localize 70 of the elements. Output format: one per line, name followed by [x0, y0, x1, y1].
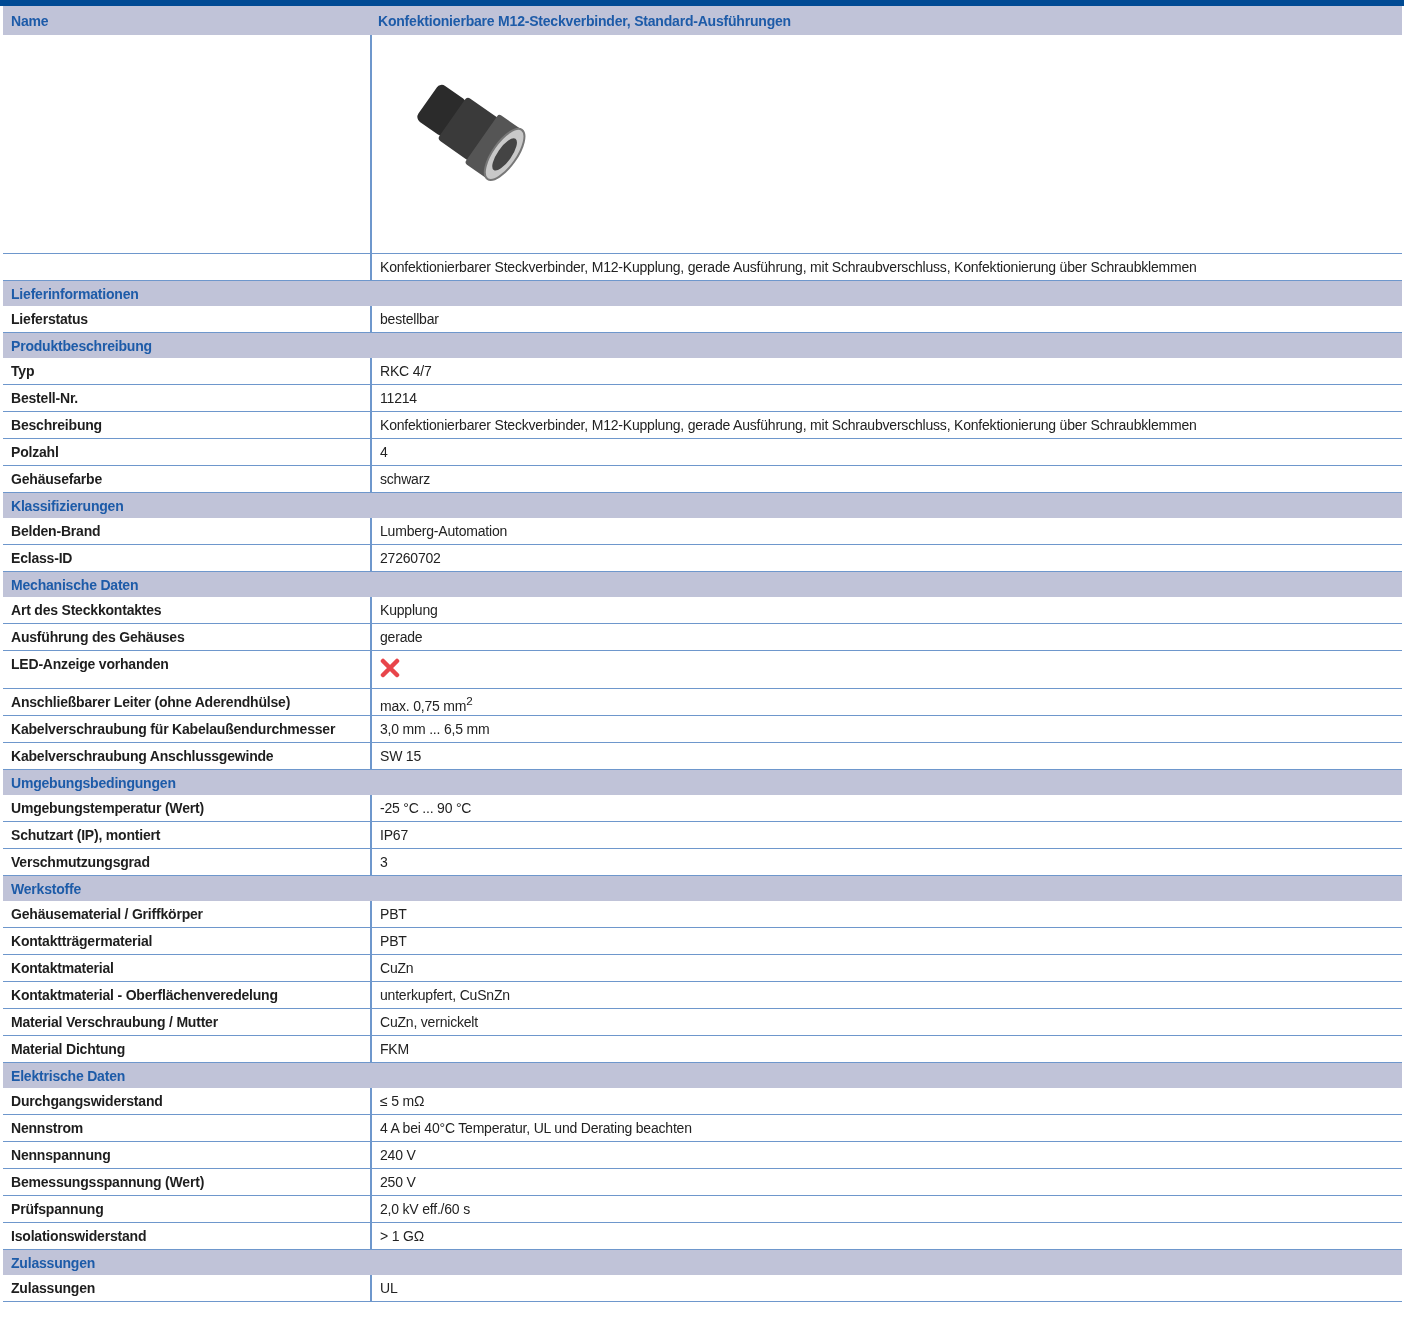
section-heading: Elektrische Daten — [10, 1067, 126, 1084]
property-label: Kontaktmaterial — [11, 960, 114, 976]
property-value: CuZn, vernickelt — [380, 1014, 478, 1030]
property-label: Anschließbarer Leiter (ohne Aderendhülse) — [11, 694, 291, 710]
property-value: schwarz — [380, 471, 430, 487]
property-value: max. 0,75 mm$^{2}$ — [380, 697, 473, 714]
section-heading: Lieferinformationen — [10, 285, 139, 302]
property-label: Nennspannung — [11, 1147, 111, 1163]
property-label: Ausführung des Gehäuses — [11, 629, 185, 645]
property-label: Typ — [11, 363, 35, 379]
property-value: Konfektionierbarer Steckverbinder, M12-Kupplung, gerade Ausführung, mit Schraubverschluss, Konfektionierung über Schraubklemmen — [380, 417, 1197, 433]
property-value: 250 V — [380, 1174, 416, 1190]
section-heading: Klassifizierungen — [10, 497, 124, 514]
property-value: ≤ 5 mΩ — [380, 1093, 425, 1109]
property-value: 27260702 — [380, 550, 441, 566]
section-heading: Zulassungen — [10, 1254, 96, 1271]
property-value: CuZn — [380, 960, 414, 976]
property-value: 3,0 mm ... 6,5 mm — [380, 721, 490, 737]
property-label: Kontaktmaterial - Oberflächenveredelung — [11, 987, 278, 1003]
property-label: Belden-Brand — [11, 523, 101, 539]
property-value: 3 — [380, 854, 388, 870]
property-value: PBT — [380, 906, 407, 922]
property-label: Schutzart (IP), montiert — [11, 827, 161, 843]
property-label: Gehäusefarbe — [11, 471, 102, 487]
property-value: FKM — [380, 1041, 409, 1057]
property-value: unterkupfert, CuSnZn — [380, 987, 510, 1003]
property-label: Beschreibung — [11, 417, 102, 433]
section-heading: Produktbeschreibung — [10, 337, 152, 354]
property-value: RKC 4/7 — [380, 363, 432, 379]
property-value: SW 15 — [380, 748, 421, 764]
property-label: Durchgangswiderstand — [11, 1093, 163, 1109]
property-value: 240 V — [380, 1147, 416, 1163]
property-label: Kabelverschraubung für Kabelaußendurchmesser — [11, 721, 336, 737]
product-title: Konfektionierbare M12-Steckverbinder, Standard-Ausführungen — [377, 12, 791, 29]
property-value: Lumberg-Automation — [380, 523, 508, 539]
property-value: gerade — [380, 629, 423, 645]
property-label: Material Dichtung — [11, 1041, 126, 1057]
property-value: PBT — [380, 933, 407, 949]
property-label: Prüfspannung — [11, 1201, 104, 1217]
property-value: IP67 — [380, 827, 408, 843]
property-value: 2,0 kV eff./60 s — [380, 1201, 470, 1217]
section-heading: Mechanische Daten — [10, 576, 139, 593]
property-label: Eclass-ID — [11, 550, 73, 566]
property-label: Polzahl — [11, 444, 59, 460]
property-label: Bemessungsspannung (Wert) — [11, 1174, 205, 1190]
property-label: Kabelverschraubung Anschlussgewinde — [11, 748, 274, 764]
property-label: Umgebungstemperatur (Wert) — [11, 800, 204, 816]
property-label: LED-Anzeige vorhanden — [11, 656, 169, 672]
property-value: > 1 GΩ — [380, 1228, 424, 1244]
property-label: Bestell-Nr. — [11, 390, 79, 406]
property-value: 4 — [380, 444, 388, 460]
property-label: Gehäusematerial / Griffkörper — [11, 906, 203, 922]
property-label: Art des Steckkontaktes — [11, 602, 162, 618]
property-value: bestellbar — [380, 311, 439, 327]
property-value: -25 °C ... 90 °C — [380, 800, 472, 816]
property-label: Kontaktträgermaterial — [11, 933, 153, 949]
property-value: 11214 — [380, 390, 417, 406]
property-value: 4 A bei 40°C Temperatur, UL und Derating beachten — [380, 1120, 692, 1136]
property-label: Nennstrom — [11, 1120, 84, 1136]
section-heading: Umgebungsbedingungen — [10, 774, 176, 791]
column-header: Name — [10, 12, 50, 29]
property-value: Kupplung — [380, 602, 438, 618]
property-label: Isolationswiderstand — [11, 1228, 147, 1244]
property-label: Lieferstatus — [11, 311, 88, 327]
property-label: Verschmutzungsgrad — [11, 854, 150, 870]
section-heading: Werkstoffe — [10, 880, 82, 897]
product-description: Konfektionierbarer Steckverbinder, M12-Kupplung, gerade Ausführung, mit Schraubverschluss, Konfektionierung über Schraubklemmen — [380, 259, 1197, 275]
property-value: UL — [380, 1280, 398, 1296]
property-label: Zulassungen — [11, 1280, 96, 1296]
property-label: Material Verschraubung / Mutter — [11, 1014, 218, 1030]
